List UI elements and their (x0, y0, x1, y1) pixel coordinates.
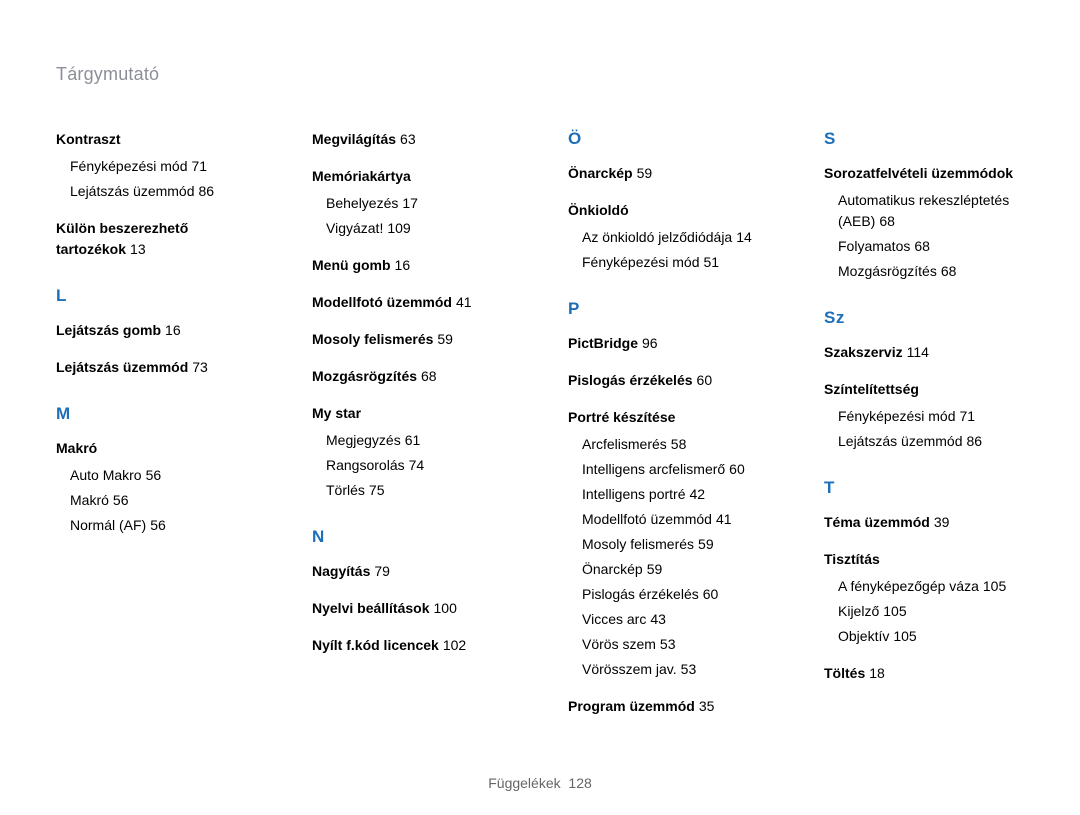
section-letter-L: L (56, 286, 256, 306)
topic: Memóriakártya (312, 166, 512, 187)
topic: Menü gomb16 (312, 255, 512, 276)
topic: Szakszerviz114 (824, 342, 1024, 363)
sub: Az önkioldó jelződiódája14 (568, 227, 768, 248)
sub: A fényképezőgép váza105 (824, 576, 1024, 597)
column-3: Ö Önarckép59 Önkioldó Az önkioldó jelződ… (568, 129, 768, 723)
sub: Objektív105 (824, 626, 1024, 647)
topic: Lejátszás gomb16 (56, 320, 256, 341)
sub: Rangsorolás74 (312, 455, 512, 476)
sub: Mosoly felismerés59 (568, 534, 768, 555)
sub: Normál (AF)56 (56, 515, 256, 536)
sub: Mozgásrögzítés68 (824, 261, 1024, 282)
sub: Intelligens arcfelismerő60 (568, 459, 768, 480)
topic: Nyelvi beállítások100 (312, 598, 512, 619)
sub: Megjegyzés61 (312, 430, 512, 451)
sub: Kijelző105 (824, 601, 1024, 622)
section-letter-T: T (824, 478, 1024, 498)
sub: Vörösszem jav.53 (568, 659, 768, 680)
topic: PictBridge96 (568, 333, 768, 354)
topic: Mozgásrögzítés68 (312, 366, 512, 387)
column-1: Kontraszt Fényképezési mód71 Lejátszás ü… (56, 129, 256, 723)
section-letter-S: S (824, 129, 1024, 149)
section-letter-N: N (312, 527, 512, 547)
topic: Modellfotó üzemmód41 (312, 292, 512, 313)
sub: Intelligens portré42 (568, 484, 768, 505)
sub: Arcfelismerés58 (568, 434, 768, 455)
column-2: Megvilágítás63 Memóriakártya Behelyezés1… (312, 129, 512, 723)
topic: Nyílt f.kód licencek102 (312, 635, 512, 656)
sub: Vigyázat!109 (312, 218, 512, 239)
topic: Külön beszerezhető tartozékok13 (56, 218, 256, 260)
section-letter-Sz: Sz (824, 308, 1024, 328)
section-letter-M: M (56, 404, 256, 424)
topic: Téma üzemmód39 (824, 512, 1024, 533)
section-letter-P: P (568, 299, 768, 319)
topic: Makró (56, 438, 256, 459)
sub: Modellfotó üzemmód41 (568, 509, 768, 530)
section-letter-O: Ö (568, 129, 768, 149)
sub: Makró56 (56, 490, 256, 511)
topic: Program üzemmód35 (568, 696, 768, 717)
topic: Színtelítettség (824, 379, 1024, 400)
topic: Lejátszás üzemmód73 (56, 357, 256, 378)
index-page: Tárgymutató Kontraszt Fényképezési mód71… (0, 0, 1080, 815)
footer-label: Függelékek (488, 775, 560, 791)
topic: Mosoly felismerés59 (312, 329, 512, 350)
sub: Lejátszás üzemmód86 (56, 181, 256, 202)
topic: Önkioldó (568, 200, 768, 221)
topic: Megvilágítás63 (312, 129, 512, 150)
topic: My star (312, 403, 512, 424)
column-4: S Sorozatfelvételi üzemmódok Automatikus… (824, 129, 1024, 723)
topic: Sorozatfelvételi üzemmódok (824, 163, 1024, 184)
sub: Önarckép59 (568, 559, 768, 580)
topic: Kontraszt (56, 129, 256, 150)
sub: Behelyezés17 (312, 193, 512, 214)
topic: Nagyítás79 (312, 561, 512, 582)
topic: Önarckép59 (568, 163, 768, 184)
sub: Vicces arc43 (568, 609, 768, 630)
sub: Törlés75 (312, 480, 512, 501)
page-title: Tárgymutató (56, 64, 1024, 85)
topic: Tisztítás (824, 549, 1024, 570)
sub: Fényképezési mód71 (824, 406, 1024, 427)
sub: Vörös szem53 (568, 634, 768, 655)
sub: Fényképezési mód71 (56, 156, 256, 177)
sub: Folyamatos68 (824, 236, 1024, 257)
footer: Függelékek 128 (0, 775, 1080, 791)
sub: Fényképezési mód51 (568, 252, 768, 273)
footer-page: 128 (568, 775, 591, 791)
sub: Automatikus rekeszléptetés (AEB)68 (824, 190, 1024, 232)
topic: Pislogás érzékelés60 (568, 370, 768, 391)
index-columns: Kontraszt Fényképezési mód71 Lejátszás ü… (56, 129, 1024, 723)
sub: Lejátszás üzemmód86 (824, 431, 1024, 452)
topic: Töltés18 (824, 663, 1024, 684)
sub: Pislogás érzékelés60 (568, 584, 768, 605)
sub: Auto Makro56 (56, 465, 256, 486)
topic: Portré készítése (568, 407, 768, 428)
